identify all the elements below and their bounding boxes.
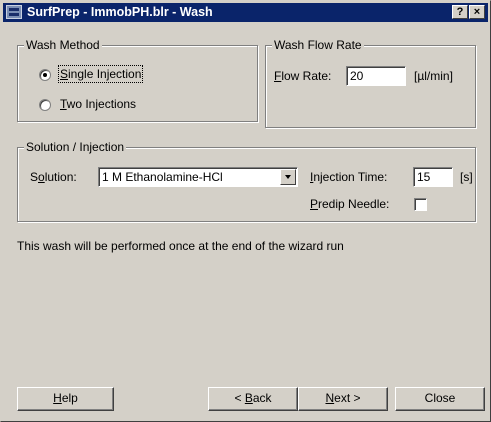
two-injections-radio-indicator[interactable] xyxy=(39,99,51,111)
chevron-down-icon[interactable] xyxy=(280,169,296,185)
flow-rate-input[interactable]: 20 xyxy=(346,66,406,86)
wash-dialog: SurfPrep - ImmobPH.blr - Wash ? × Wash M… xyxy=(0,0,491,422)
solution-injection-legend: Solution / Injection xyxy=(24,140,127,154)
window-title: SurfPrep - ImmobPH.blr - Wash xyxy=(27,5,213,19)
predip-needle-label: Predip Needle: xyxy=(310,197,390,211)
solution-select[interactable]: 1 M Ethanolamine-HCl xyxy=(98,167,298,187)
single-injection-radio-indicator[interactable] xyxy=(39,69,51,81)
close-title-button[interactable]: × xyxy=(469,5,485,19)
injection-time-input[interactable]: 15 xyxy=(413,167,453,187)
injection-time-label: Injection Time: xyxy=(310,170,388,184)
flow-rate-label: Flow Rate: xyxy=(274,69,332,83)
help-button[interactable]: Help xyxy=(17,387,114,411)
back-button[interactable]: < Back xyxy=(208,387,298,411)
flow-rate-unit: [µl/min] xyxy=(414,69,453,83)
two-injections-label[interactable]: Two Injections xyxy=(60,97,136,111)
info-text: This wash will be performed once at the … xyxy=(17,239,344,253)
next-button[interactable]: Next > xyxy=(298,387,388,411)
wash-flow-rate-group: Wash Flow Rate Flow Rate: 20 [µl/min] xyxy=(265,38,476,128)
wash-method-legend: Wash Method xyxy=(24,38,102,52)
solution-label: Solution: xyxy=(30,170,77,184)
wash-flow-rate-legend: Wash Flow Rate xyxy=(272,38,364,52)
help-title-button[interactable]: ? xyxy=(452,5,468,19)
wash-method-group: Wash Method Single Injection Two Injecti… xyxy=(17,38,258,122)
app-icon xyxy=(6,5,22,19)
injection-time-unit: [s] xyxy=(460,170,473,184)
predip-needle-checkbox[interactable] xyxy=(414,198,427,211)
title-bar[interactable]: SurfPrep - ImmobPH.blr - Wash ? × xyxy=(3,3,488,22)
single-injection-label[interactable]: Single Injection xyxy=(57,65,144,83)
solution-injection-group: Solution / Injection Solution: 1 M Ethan… xyxy=(17,140,476,222)
close-button[interactable]: Close xyxy=(395,387,485,411)
solution-select-value: 1 M Ethanolamine-HCl xyxy=(102,170,223,184)
